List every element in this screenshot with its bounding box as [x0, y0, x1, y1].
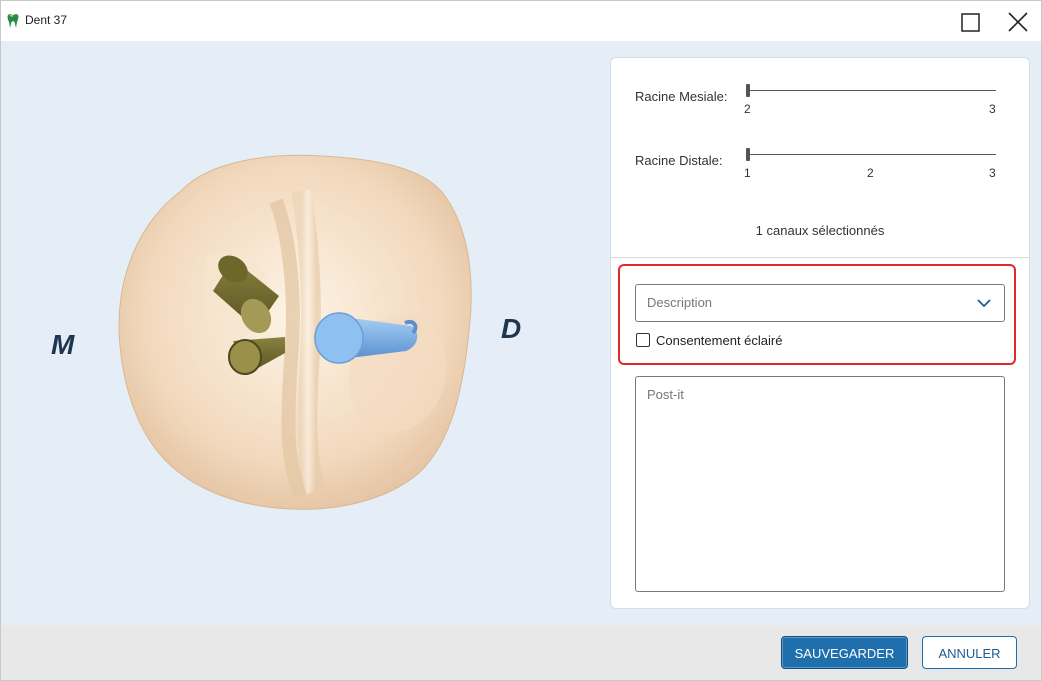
racine-mesiale-tick: 3: [989, 102, 996, 116]
racine-distale-slider[interactable]: [748, 154, 996, 155]
section-divider: [611, 257, 1029, 258]
racine-distale-tick: 2: [867, 166, 874, 180]
racine-distale-tick: 1: [744, 166, 751, 180]
tooth-app-icon: [7, 14, 19, 28]
tooth-3d-viewer[interactable]: M D: [1, 41, 609, 625]
dialog-window: Dent 37 M D Racine Mesiale: 2 3 Racine D…: [0, 0, 1042, 681]
racine-distale-tick: 3: [989, 166, 996, 180]
consentement-label[interactable]: Consentement éclairé: [656, 333, 782, 348]
postit-textarea[interactable]: Post-it: [635, 376, 1005, 592]
racine-distale-thumb[interactable]: [746, 148, 750, 161]
close-icon: [1008, 12, 1028, 32]
settings-panel: Racine Mesiale: 2 3 Racine Distale: 1 2 …: [610, 57, 1030, 609]
canaux-count-text: 1 canaux sélectionnés: [755, 223, 885, 238]
mesial-label: M: [51, 329, 75, 360]
title-bar: Dent 37: [1, 1, 1041, 41]
consentement-checkbox[interactable]: [636, 333, 650, 347]
racine-mesiale-slider[interactable]: [748, 90, 996, 91]
distal-label: D: [501, 313, 522, 344]
racine-distale-label: Racine Distale:: [635, 153, 723, 168]
racine-mesiale-label: Racine Mesiale:: [635, 89, 728, 104]
close-button[interactable]: [997, 5, 1041, 37]
racine-mesiale-tick: 2: [744, 102, 751, 116]
chevron-down-icon: [977, 299, 991, 308]
description-placeholder: Description: [647, 295, 713, 310]
racine-mesiale-thumb[interactable]: [746, 84, 750, 97]
description-dropdown[interactable]: Description: [635, 284, 1005, 322]
postit-placeholder: Post-it: [647, 387, 684, 402]
cancel-button[interactable]: ANNULER: [922, 636, 1017, 669]
maximize-icon: [961, 13, 980, 32]
maximize-button[interactable]: [949, 5, 993, 37]
dialog-footer: SAUVEGARDER ANNULER: [1, 625, 1041, 680]
window-title: Dent 37: [25, 13, 68, 27]
save-button[interactable]: SAUVEGARDER: [781, 636, 908, 669]
